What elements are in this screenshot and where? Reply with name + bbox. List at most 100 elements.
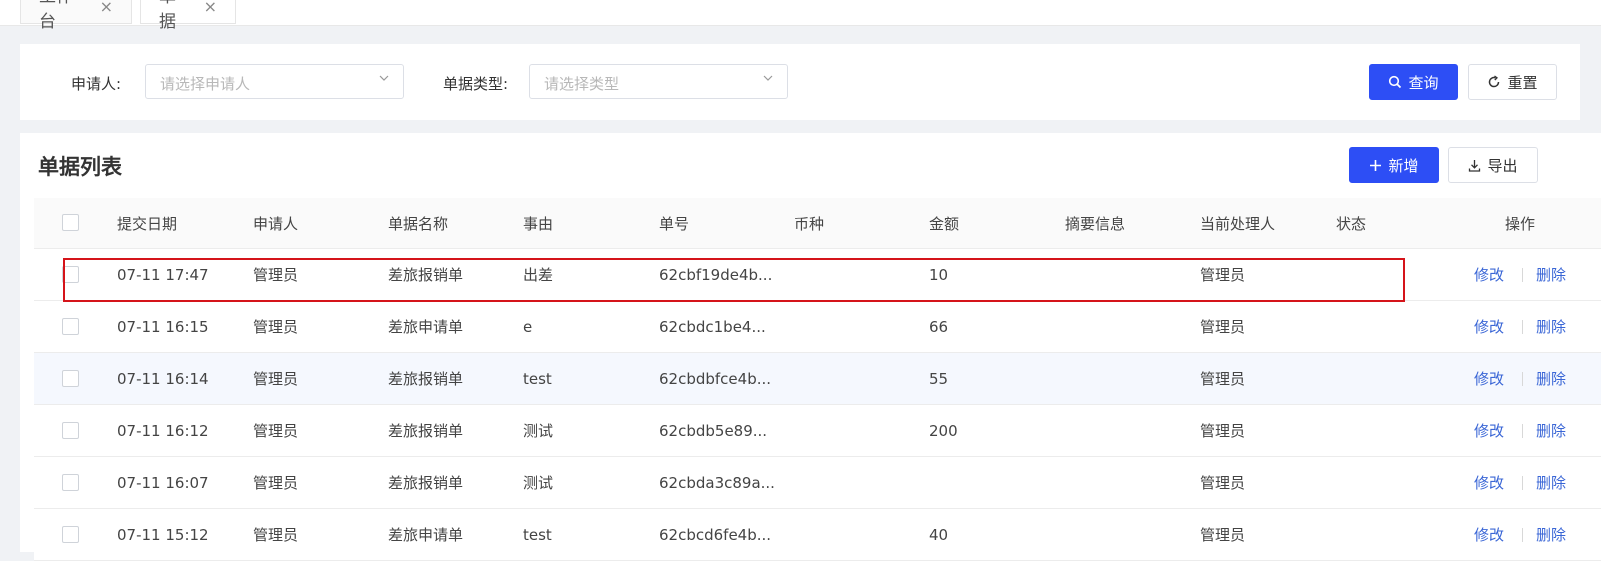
divider bbox=[1522, 424, 1523, 438]
amount-cell: 55 bbox=[929, 369, 949, 388]
edit-link[interactable]: 修改 bbox=[1474, 509, 1504, 560]
table-body: 07-11 17:47 管理员 差旅报销单 出差 62cbf19de4b... 10 管理员… bbox=[34, 249, 1601, 561]
doc-name-cell: 差旅申请单 bbox=[388, 526, 464, 544]
column-header: 操作 bbox=[1505, 214, 1536, 233]
tab-bar: 工作台 × 单据 × bbox=[0, 0, 1601, 32]
applicant-cell: 管理员 bbox=[253, 526, 299, 544]
date-cell: 07-11 16:15 bbox=[117, 317, 209, 336]
edit-link[interactable]: 修改 bbox=[1474, 353, 1504, 404]
reset-button-label: 重置 bbox=[1507, 73, 1538, 92]
row-checkbox[interactable] bbox=[62, 473, 79, 491]
applicant-cell: 管理员 bbox=[253, 474, 299, 492]
doc-name-cell: 差旅报销单 bbox=[388, 370, 464, 388]
amount-cell: 10 bbox=[929, 265, 949, 284]
table-row[interactable]: 07-11 16:14 管理员 差旅报销单 test 62cbdbfce4b... 55 管… bbox=[34, 353, 1601, 405]
table-row[interactable]: 07-11 16:12 管理员 差旅报销单 测试 62cbdb5e89... 200 管理员… bbox=[34, 405, 1601, 457]
chevron-down-icon bbox=[379, 75, 389, 81]
row-checkbox[interactable] bbox=[62, 265, 79, 283]
search-panel: 申请人: 请选择申请人 单据类型: 请选择类型 查询 重置 bbox=[20, 44, 1580, 120]
export-button[interactable]: 导出 bbox=[1448, 147, 1538, 183]
doc-name-cell: 差旅报销单 bbox=[388, 422, 464, 440]
column-header: 状态 bbox=[1336, 214, 1367, 233]
doctype-placeholder: 请选择类型 bbox=[544, 75, 620, 93]
applicant-label: 申请人: bbox=[71, 75, 122, 93]
delete-link[interactable]: 删除 bbox=[1536, 249, 1566, 300]
delete-link[interactable]: 删除 bbox=[1536, 457, 1566, 508]
applicant-placeholder: 请选择申请人 bbox=[160, 75, 251, 93]
edit-link[interactable]: 修改 bbox=[1474, 457, 1504, 508]
delete-link[interactable]: 删除 bbox=[1536, 509, 1566, 560]
delete-link[interactable]: 删除 bbox=[1536, 353, 1566, 404]
handler-cell: 管理员 bbox=[1200, 422, 1246, 440]
add-button-label: 新增 bbox=[1388, 156, 1419, 175]
search-icon bbox=[1389, 75, 1402, 89]
refresh-icon bbox=[1489, 75, 1500, 88]
doctype-label: 单据类型: bbox=[443, 75, 509, 93]
row-checkbox[interactable] bbox=[62, 317, 79, 335]
divider bbox=[1522, 320, 1523, 334]
amount-cell: 200 bbox=[929, 421, 958, 440]
reason-cell: e bbox=[523, 317, 533, 336]
edit-link[interactable]: 修改 bbox=[1474, 405, 1504, 456]
column-header: 事由 bbox=[523, 214, 554, 233]
doc-number-cell: 62cbcd6fe4b... bbox=[659, 525, 772, 544]
delete-link[interactable]: 删除 bbox=[1536, 301, 1566, 352]
select-all-checkbox[interactable] bbox=[62, 214, 79, 231]
column-header: 当前处理人 bbox=[1200, 214, 1276, 233]
doc-number-cell: 62cbf19de4b... bbox=[659, 265, 773, 284]
handler-cell: 管理员 bbox=[1200, 526, 1246, 544]
table-row[interactable]: 07-11 15:12 管理员 差旅申请单 test 62cbcd6fe4b... 40 管… bbox=[34, 509, 1601, 561]
date-cell: 07-11 16:07 bbox=[117, 473, 209, 492]
edit-link[interactable]: 修改 bbox=[1474, 301, 1504, 352]
page-title: 单据列表 bbox=[38, 155, 122, 179]
close-icon[interactable]: × bbox=[100, 0, 113, 16]
handler-cell: 管理员 bbox=[1200, 318, 1246, 336]
reason-cell: 出差 bbox=[523, 266, 554, 284]
date-cell: 07-11 17:47 bbox=[117, 265, 209, 284]
delete-link[interactable]: 删除 bbox=[1536, 405, 1566, 456]
edit-link[interactable]: 修改 bbox=[1474, 249, 1504, 300]
divider bbox=[1522, 476, 1523, 490]
date-cell: 07-11 15:12 bbox=[117, 525, 209, 544]
applicant-select[interactable]: 请选择申请人 bbox=[145, 64, 404, 99]
table-row[interactable]: 07-11 17:47 管理员 差旅报销单 出差 62cbf19de4b... 10 管理员… bbox=[34, 249, 1601, 301]
search-button-label: 查询 bbox=[1408, 73, 1439, 92]
chevron-down-icon bbox=[763, 75, 773, 81]
reason-cell: test bbox=[523, 525, 552, 544]
download-icon bbox=[1469, 159, 1481, 172]
applicant-cell: 管理员 bbox=[253, 318, 299, 336]
reason-cell: 测试 bbox=[523, 422, 554, 440]
doc-name-cell: 差旅报销单 bbox=[388, 474, 464, 492]
doc-number-cell: 62cbdb5e89... bbox=[659, 421, 768, 440]
date-cell: 07-11 16:14 bbox=[117, 369, 209, 388]
tab-label: 工作台 bbox=[39, 0, 73, 32]
column-header: 申请人 bbox=[253, 214, 299, 233]
handler-cell: 管理员 bbox=[1200, 474, 1246, 492]
row-checkbox[interactable] bbox=[62, 369, 79, 387]
reason-cell: test bbox=[523, 369, 552, 388]
tab-documents[interactable]: 单据 × bbox=[140, 0, 236, 32]
column-header: 摘要信息 bbox=[1065, 214, 1126, 233]
close-icon[interactable]: × bbox=[204, 0, 217, 16]
search-button[interactable]: 查询 bbox=[1369, 64, 1458, 100]
doc-number-cell: 62cbdc1be4... bbox=[659, 317, 766, 336]
doc-number-cell: 62cbdbfce4b... bbox=[659, 369, 772, 388]
table-row[interactable]: 07-11 16:15 管理员 差旅申请单 e 62cbdc1be4... 66 管理员 修改… bbox=[34, 301, 1601, 353]
list-panel: 单据列表 新增 导出 提交日期 申请人 单据名称 事由 单号 币种 金额 摘要信… bbox=[20, 133, 1601, 561]
tab-workbench[interactable]: 工作台 × bbox=[20, 0, 132, 32]
reset-button[interactable]: 重置 bbox=[1468, 64, 1557, 100]
applicant-cell: 管理员 bbox=[253, 422, 299, 440]
doctype-select[interactable]: 请选择类型 bbox=[529, 64, 788, 99]
column-header: 单号 bbox=[659, 214, 690, 233]
row-checkbox[interactable] bbox=[62, 421, 79, 439]
date-cell: 07-11 16:12 bbox=[117, 421, 209, 440]
table-row[interactable]: 07-11 16:07 管理员 差旅报销单 测试 62cbda3c89a... 管理员 修改… bbox=[34, 457, 1601, 509]
amount-cell: 40 bbox=[929, 525, 949, 544]
doc-number-cell: 62cbda3c89a... bbox=[659, 473, 775, 492]
documents-table: 提交日期 申请人 单据名称 事由 单号 币种 金额 摘要信息 当前处理人 状态 … bbox=[34, 198, 1601, 561]
doc-name-cell: 差旅报销单 bbox=[388, 266, 464, 284]
column-header: 金额 bbox=[929, 214, 960, 233]
divider bbox=[1522, 372, 1523, 386]
row-checkbox[interactable] bbox=[62, 525, 79, 543]
add-button[interactable]: 新增 bbox=[1349, 147, 1439, 183]
